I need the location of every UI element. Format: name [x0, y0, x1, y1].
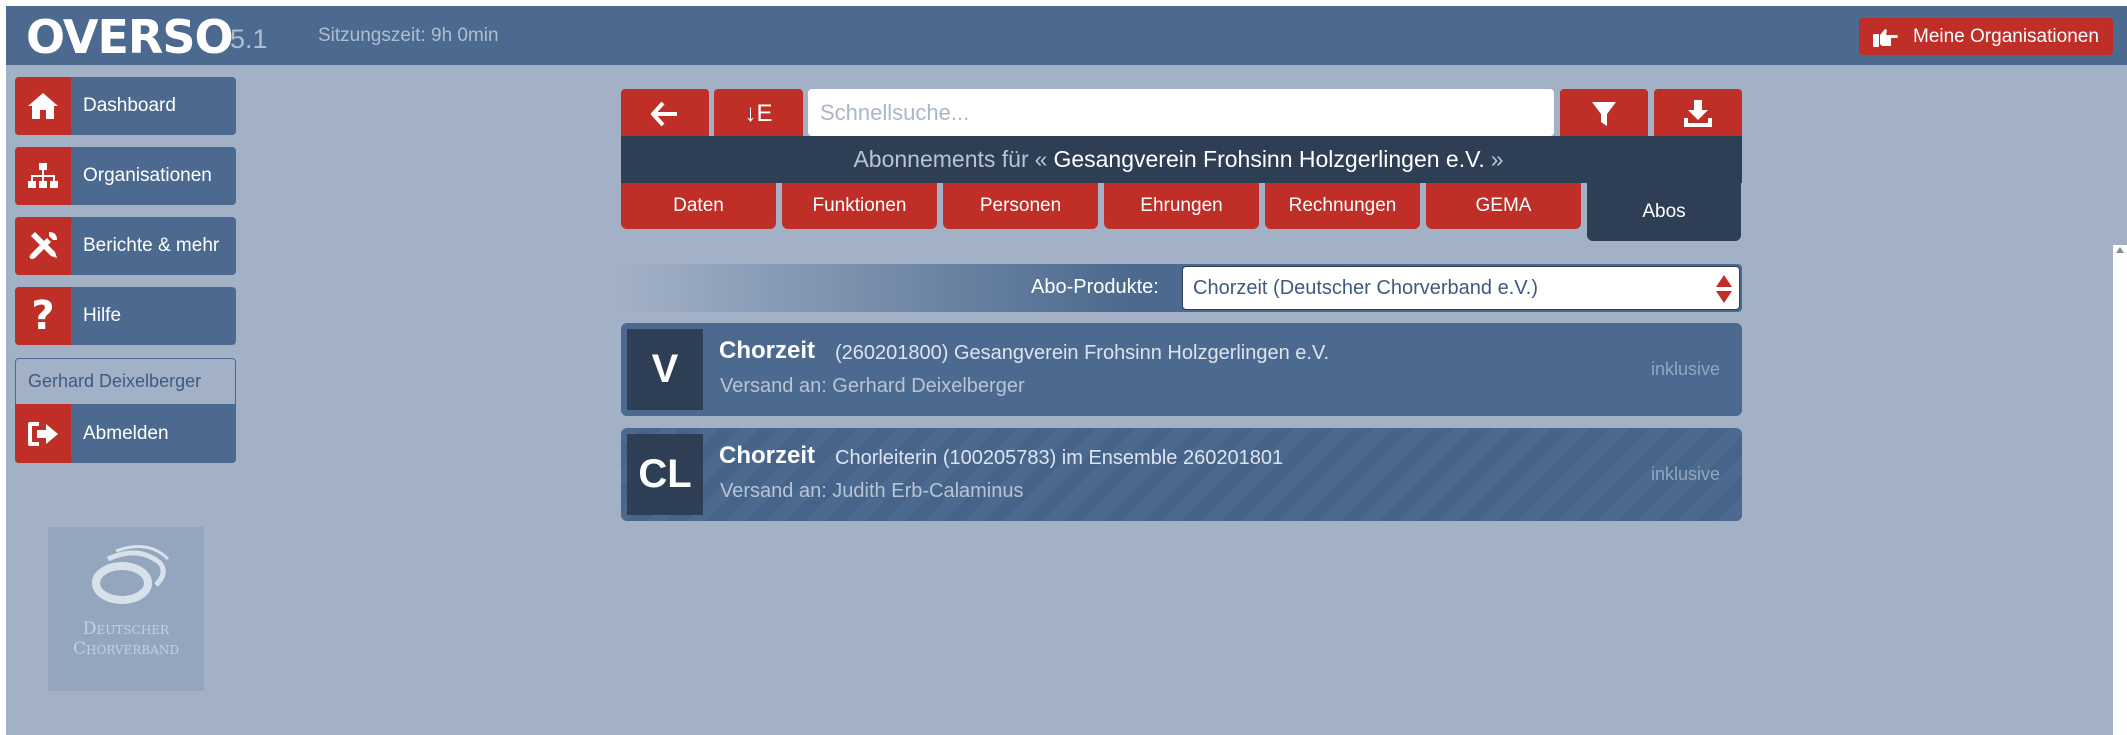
scrollbar[interactable]: [2113, 245, 2127, 735]
sidebar-item-organisationen[interactable]: Organisationen: [15, 147, 236, 205]
sidebar-item-hilfe[interactable]: ? Hilfe: [15, 287, 236, 345]
abo-products-selected: Chorzeit (Deutscher Chorverband e.V.): [1193, 277, 1538, 299]
title-prefix: Abonnements für: [853, 146, 1029, 172]
search-input[interactable]: [808, 89, 1554, 136]
subscription-badge: CL: [627, 434, 703, 515]
my-organisations-button[interactable]: Meine Organisationen: [1859, 18, 2113, 55]
subscription-status: inklusive: [1650, 359, 1720, 379]
filter-button[interactable]: [1560, 89, 1648, 138]
subscription-card[interactable]: V Chorzeit (260201800) Gesangverein Froh…: [621, 323, 1742, 416]
subscription-shipping: Versand an: Judith Erb-Calaminus: [720, 480, 1024, 502]
abo-products-label: Abo-Produkte:: [1031, 276, 1159, 298]
tab-rechnungen[interactable]: Rechnungen: [1265, 183, 1420, 229]
filter-icon: [1592, 101, 1616, 126]
sidebar-item-label: Organisationen: [83, 165, 212, 186]
title-open-quote: «: [1034, 146, 1048, 172]
arrow-left-icon: [651, 101, 677, 126]
subscription-detail: (260201800) Gesangverein Frohsinn Holzge…: [835, 342, 1330, 364]
tab-abos[interactable]: Abos: [1587, 183, 1741, 241]
logout-button[interactable]: Abmelden: [15, 404, 236, 463]
top-bar: OVERSO 5.1 Sitzungszeit: 9h 0min Meine O…: [6, 6, 2127, 65]
subscription-title: Chorzeit: [719, 337, 815, 364]
app-version: 5.1: [230, 24, 268, 54]
tab-funktionen[interactable]: Funktionen: [782, 183, 937, 229]
sort-label: ↓E: [744, 99, 773, 127]
subscription-title: Chorzeit: [719, 442, 815, 469]
tab-ehrungen[interactable]: Ehrungen: [1104, 183, 1259, 229]
sitemap-icon: [15, 147, 71, 205]
chorverband-swirl-logo: [92, 545, 170, 604]
logo-text: Deutscher Chorverband: [73, 619, 179, 659]
user-name: Gerhard Deixelberger: [28, 371, 202, 391]
title-org-name: Gesangverein Frohsinn Holzgerlingen e.V.: [1053, 146, 1485, 172]
abo-products-select[interactable]: Chorzeit (Deutscher Chorverband e.V.): [1182, 266, 1740, 310]
subscription-shipping: Versand an: Gerhard Deixelberger: [720, 375, 1025, 397]
subscription-detail: Chorleiterin (100205783) im Ensemble 260…: [835, 447, 1284, 469]
back-button[interactable]: [621, 89, 709, 138]
hand-pointing-icon: [1873, 28, 1898, 47]
download-button[interactable]: [1654, 89, 1742, 138]
my-organisations-label: Meine Organisationen: [1913, 25, 2099, 47]
sidebar-item-dashboard[interactable]: Dashboard: [15, 77, 236, 135]
subscription-badge: V: [627, 329, 703, 410]
tab-personen[interactable]: Personen: [943, 183, 1098, 229]
tab-gema[interactable]: GEMA: [1426, 183, 1581, 229]
scroll-up-icon[interactable]: [2116, 247, 2124, 253]
title-close-quote: »: [1490, 146, 1504, 172]
select-arrows-icon: [1716, 275, 1732, 303]
user-panel: Gerhard Deixelberger Abmelden: [15, 358, 236, 463]
logout-label: Abmelden: [83, 422, 169, 444]
subscription-status: inklusive: [1650, 464, 1720, 484]
subscription-card[interactable]: CL Chorzeit Chorleiterin (100205783) im …: [621, 428, 1742, 521]
window-frame-left: [0, 0, 6, 735]
sort-button[interactable]: ↓E: [714, 89, 803, 138]
page-title: Abonnements für « Gesangverein Frohsinn …: [621, 136, 1742, 183]
brand-logo[interactable]: OVERSO: [26, 10, 234, 64]
home-icon: [15, 77, 71, 135]
chorverband-logo: Deutscher Chorverband: [48, 527, 204, 691]
sign-out-icon: [15, 404, 71, 463]
sidebar-item-label: Berichte & mehr: [83, 235, 220, 256]
question-icon: ?: [15, 287, 71, 345]
tab-daten[interactable]: Daten: [621, 183, 776, 229]
tools-icon: [15, 217, 71, 275]
download-icon: [1684, 99, 1712, 127]
sidebar-item-label: Dashboard: [83, 95, 176, 116]
sidebar-item-berichte[interactable]: Berichte & mehr: [15, 217, 236, 275]
session-time: Sitzungszeit: 9h 0min: [318, 25, 499, 46]
sidebar-item-label: Hilfe: [83, 305, 122, 326]
